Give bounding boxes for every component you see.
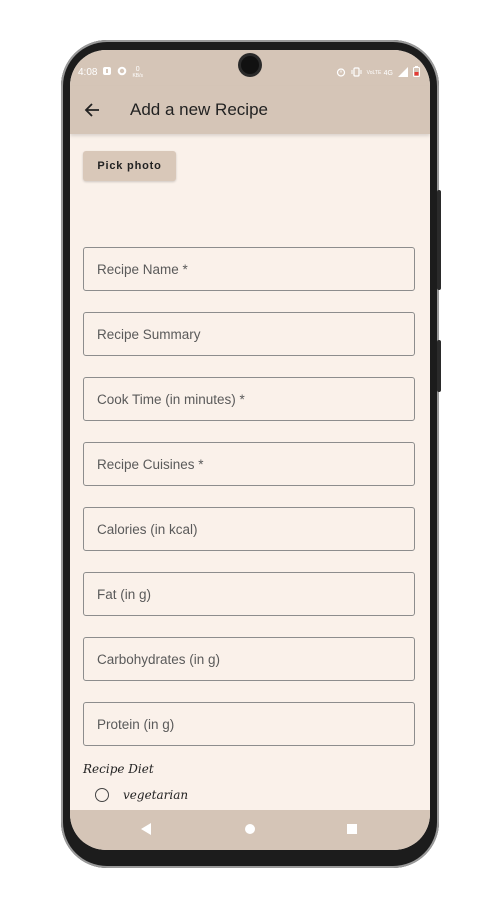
calories-field[interactable]: Calories (in kcal) [83,507,415,551]
signal-icon [398,66,408,80]
field-label: Calories (in kcal) [97,522,198,537]
alarm-icon [336,67,346,80]
recipe-cuisines-field[interactable]: Recipe Cuisines * [83,442,415,486]
fat-field[interactable]: Fat (in g) [83,572,415,616]
network-type: 4G [383,69,393,77]
field-label: Protein (in g) [97,717,175,732]
radio-button[interactable] [95,788,109,802]
status-time: 4:08 [78,67,98,78]
field-label: Fat (in g) [97,587,152,602]
back-triangle-icon[interactable] [140,822,152,841]
field-label: Recipe Summary [97,327,201,342]
system-nav-bar [70,810,430,850]
diet-option-vegetarian[interactable]: vegetarian [95,788,295,802]
phone-screen: 4:08 0 KB/s VoLTE 4G Add a new Recipe Pi… [70,50,430,850]
protein-field[interactable]: Protein (in g) [83,702,415,746]
data-speed-icon: 0 KB/s [132,66,144,79]
arrow-back-icon[interactable] [80,98,104,122]
status-bar: 4:08 0 KB/s VoLTE 4G [70,50,430,86]
vibrate-icon [351,66,362,80]
whatsapp-icon [117,66,127,79]
notification-icon [102,66,112,79]
volume-button [437,190,441,290]
front-camera [241,56,259,74]
cook-time-field[interactable]: Cook Time (in minutes) * [83,377,415,421]
volte-icon: VoLTE [366,69,382,76]
field-label: Recipe Cuisines * [97,457,204,472]
field-label: Cook Time (in minutes) * [97,392,245,407]
home-circle-icon[interactable] [244,822,256,841]
pick-photo-button[interactable]: Pick photo [83,151,176,181]
power-button [437,340,441,392]
recipe-summary-field[interactable]: Recipe Summary [83,312,415,356]
recipe-name-field[interactable]: Recipe Name * [83,247,415,291]
recents-square-icon[interactable] [346,822,358,841]
diet-option-label: vegetarian [123,788,189,802]
recipe-diet-label: Recipe Diet [83,762,154,776]
data-speed-unit: KB/s [132,72,144,79]
field-label: Recipe Name * [97,262,188,277]
field-label: Carbohydrates (in g) [97,652,221,667]
app-bar: Add a new Recipe [70,86,430,134]
carbohydrates-field[interactable]: Carbohydrates (in g) [83,637,415,681]
battery-icon [413,66,420,80]
page-title: Add a new Recipe [130,100,268,119]
